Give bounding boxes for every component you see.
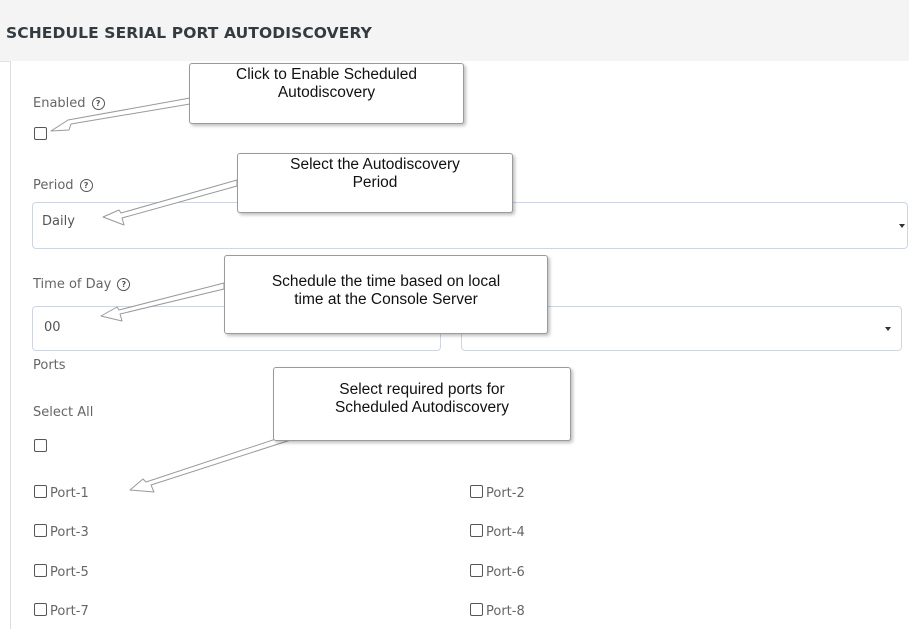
callout-ports: Select required ports for Scheduled Auto… — [273, 367, 571, 441]
hour-value: 00 — [44, 320, 61, 335]
callout-enable-text: Click to Enable Scheduled Autodiscovery — [236, 66, 417, 101]
enabled-checkbox[interactable] — [34, 127, 47, 140]
enabled-help-icon[interactable]: ? — [91, 97, 105, 110]
port-option[interactable]: Port-7 — [34, 603, 89, 619]
time-of-day-label-row: Time of Day? — [33, 277, 131, 292]
callout-ports-text: Select required ports for Scheduled Auto… — [334, 381, 510, 416]
chevron-down-icon — [899, 224, 905, 228]
select-all-label: Select All — [33, 405, 94, 420]
page-title: SCHEDULE SERIAL PORT AUTODISCOVERY — [6, 24, 372, 42]
ports-label: Ports — [33, 358, 66, 373]
select-all-checkbox[interactable] — [34, 439, 47, 452]
port-option[interactable]: Port-6 — [470, 564, 525, 580]
port-option[interactable]: Port-2 — [470, 485, 525, 501]
period-value: Daily — [42, 214, 75, 229]
port-label: Port-5 — [50, 565, 89, 580]
period-label-row: Period? — [33, 178, 93, 193]
port-label: Port-4 — [486, 525, 525, 540]
callout-time: Schedule the time based on local time at… — [224, 255, 548, 334]
time-of-day-label: Time of Day — [33, 277, 112, 292]
port-label: Port-6 — [486, 565, 525, 580]
callout-period: Select the Autodiscovery Period — [237, 153, 513, 213]
section-header: SCHEDULE SERIAL PORT AUTODISCOVERY — [0, 0, 909, 62]
callout-enable: Click to Enable Scheduled Autodiscovery — [189, 63, 464, 124]
port-label: Port-1 — [50, 486, 89, 501]
period-help-icon[interactable]: ? — [79, 179, 93, 192]
callout-time-text: Schedule the time based on local time at… — [271, 273, 501, 308]
port-checkbox[interactable] — [34, 524, 47, 537]
port-label: Port-8 — [486, 604, 525, 619]
time-of-day-help-icon[interactable]: ? — [117, 278, 131, 291]
enabled-label-row: Enabled? — [33, 96, 105, 111]
port-checkbox[interactable] — [470, 485, 483, 498]
port-checkbox[interactable] — [34, 603, 47, 616]
port-option[interactable]: Port-3 — [34, 524, 89, 540]
port-checkbox[interactable] — [34, 485, 47, 498]
port-option[interactable]: Port-5 — [34, 564, 89, 580]
port-option[interactable]: Port-8 — [470, 603, 525, 619]
port-option[interactable]: Port-4 — [470, 524, 525, 540]
port-label: Port-3 — [50, 525, 89, 540]
enabled-label: Enabled — [33, 96, 86, 111]
port-checkbox[interactable] — [470, 564, 483, 577]
chevron-down-icon — [885, 327, 891, 331]
port-checkbox[interactable] — [470, 524, 483, 537]
port-label: Port-7 — [50, 604, 89, 619]
port-checkbox[interactable] — [470, 603, 483, 616]
period-label: Period — [33, 178, 74, 193]
port-checkbox[interactable] — [34, 564, 47, 577]
port-label: Port-2 — [486, 486, 525, 501]
callout-period-text: Select the Autodiscovery Period — [290, 156, 460, 191]
port-option[interactable]: Port-1 — [34, 485, 89, 501]
